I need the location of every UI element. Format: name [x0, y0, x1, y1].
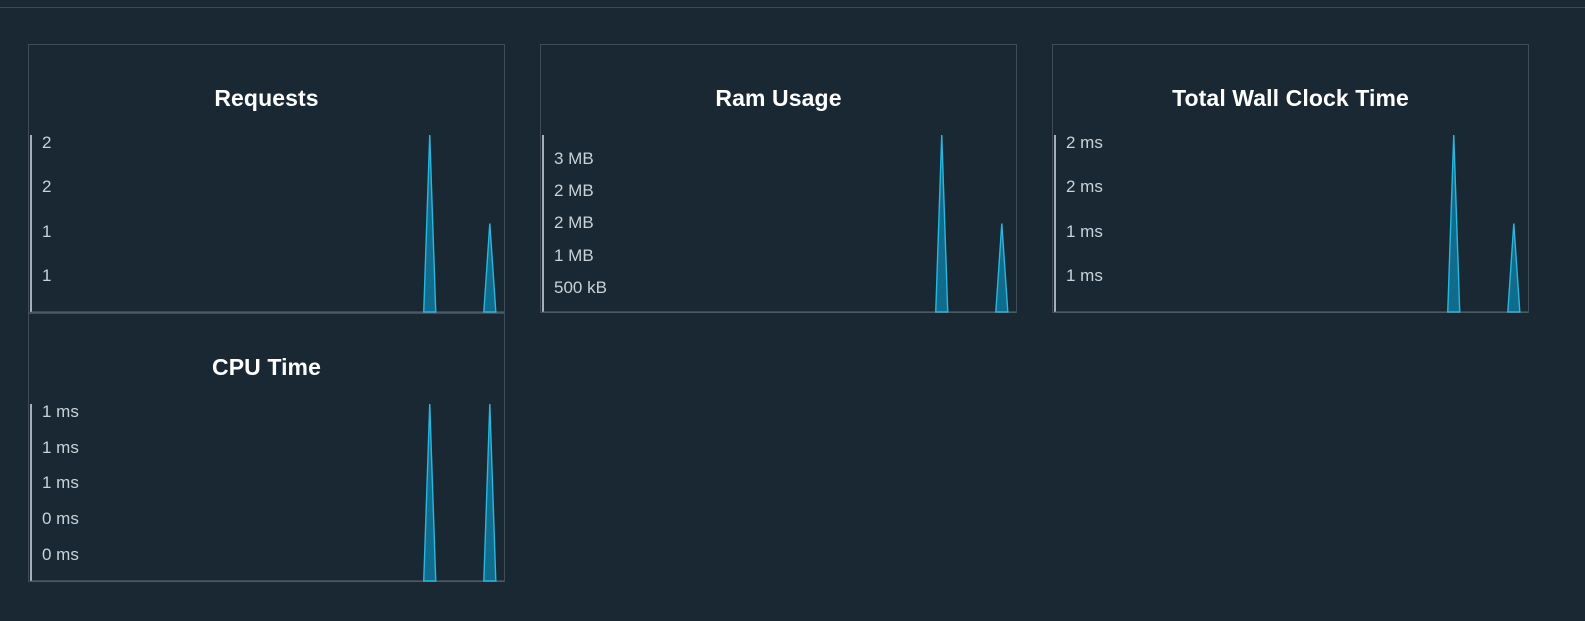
- requests-chart: 2 2 1 1: [30, 133, 504, 313]
- y-tick-label: 1 ms: [42, 402, 79, 421]
- top-divider: [0, 7, 1585, 8]
- data-spike: [1447, 134, 1461, 313]
- y-tick-label: 0 ms: [42, 545, 79, 564]
- y-tick-label: 1 MB: [554, 246, 594, 265]
- y-tick-label: 2 MB: [554, 213, 594, 232]
- cpu-time-panel: CPU Time 1 ms 1 ms 1 ms 0 ms 0 ms: [28, 313, 505, 582]
- data-spike: [995, 223, 1009, 313]
- y-tick-label: 1 ms: [42, 473, 79, 492]
- y-tick-label: 1 ms: [1066, 266, 1103, 285]
- data-spike: [483, 223, 497, 313]
- requests-panel: Requests 2211: [28, 44, 505, 313]
- total-wall-clock-time-panel: Total Wall Clock Time 2 ms 2 ms 1 ms 1 ms: [1052, 44, 1529, 313]
- y-tick-label: 3 MB: [554, 149, 594, 168]
- data-spike: [423, 403, 437, 582]
- cpu-time-chart: 1 ms 1 ms 1 ms 0 ms 0 ms: [30, 402, 504, 582]
- y-tick-label: 0 ms: [42, 509, 79, 528]
- data-spike: [935, 134, 949, 313]
- data-spike: [423, 134, 437, 313]
- data-spike: [1507, 223, 1521, 313]
- y-tick-label: 1 ms: [42, 438, 79, 457]
- y-tick-label: 1 ms: [1066, 222, 1103, 241]
- y-tick-label: 1: [42, 222, 51, 241]
- y-tick-label: 2 ms: [1066, 177, 1103, 196]
- total-wall-clock-time-chart: 2 ms 2 ms 1 ms 1 ms: [1054, 133, 1528, 313]
- y-tick-label: 2 MB: [554, 181, 594, 200]
- y-tick-label: 2: [42, 133, 51, 152]
- data-spike: [483, 403, 497, 582]
- ram-usage-panel: Ram Usage 3 MB 2 MB 2 MB 1 MB 500 kB: [540, 44, 1017, 313]
- y-tick-label: 2 ms: [1066, 133, 1103, 152]
- ram-usage-chart: 3 MB 2 MB 2 MB 1 MB 500 kB: [542, 134, 1016, 313]
- y-tick-label: 500 kB: [554, 278, 607, 297]
- y-tick-label: 1: [42, 266, 51, 285]
- y-tick-label: 2: [42, 177, 51, 196]
